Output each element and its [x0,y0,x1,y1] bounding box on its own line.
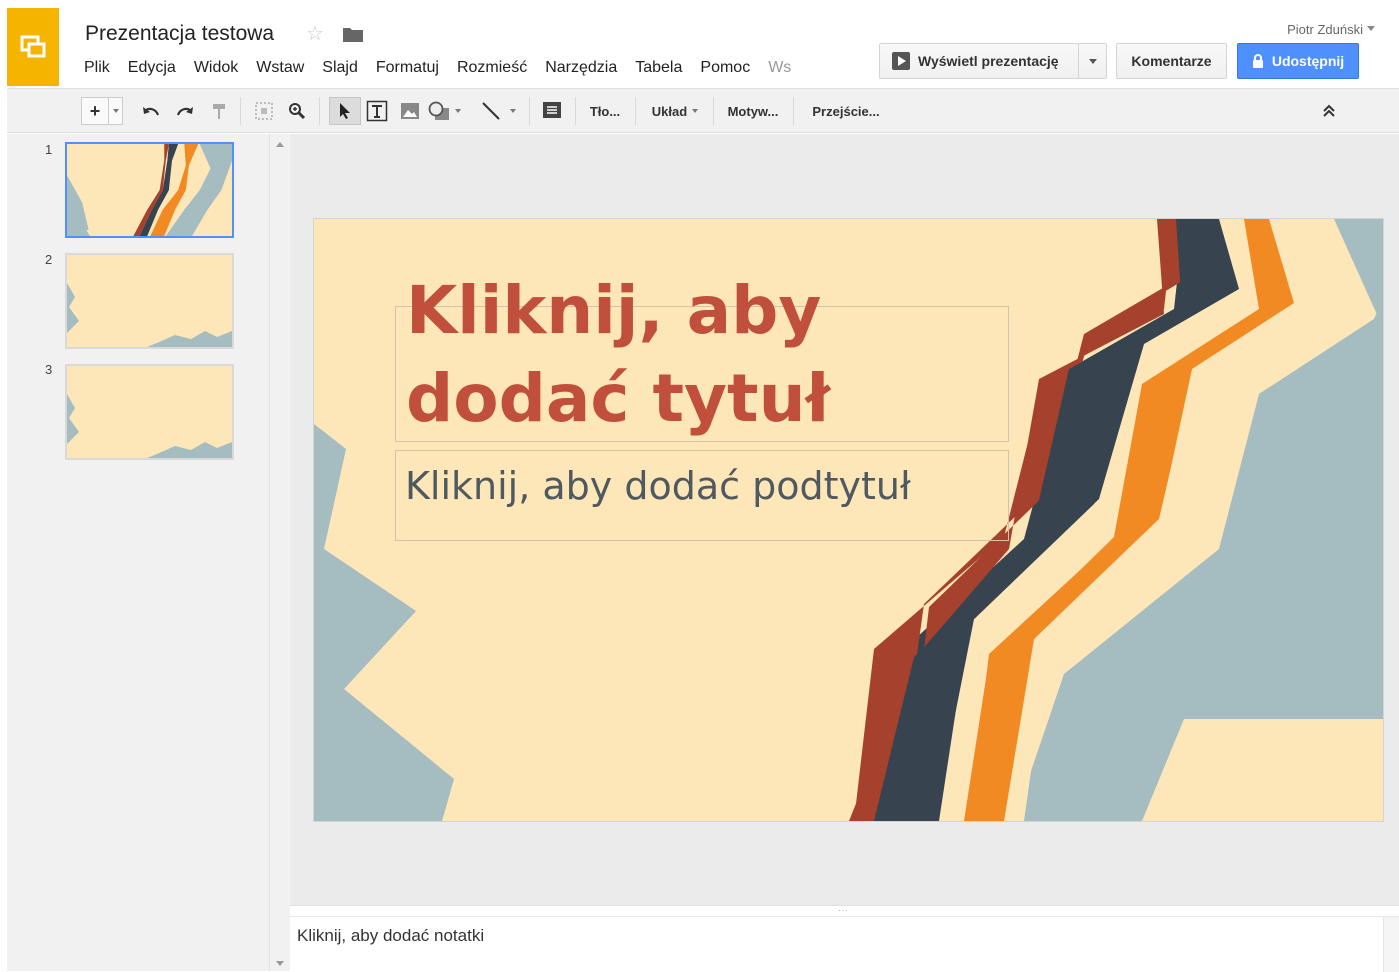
chevron-down-icon [455,109,461,113]
redo-button[interactable] [173,97,197,125]
slide-number: 3 [45,362,53,377]
star-icon[interactable]: ☆ [306,24,324,44]
fit-icon [255,102,273,120]
menu-tools[interactable]: Narzędzia [537,57,627,79]
slide-number: 1 [45,142,53,157]
menu-arrange[interactable]: Rozmieść [449,57,537,79]
undo-icon [143,107,160,116]
slide-canvas: Kliknij, aby dodać tytuł Kliknij, aby do… [290,134,1399,905]
layout-button-label: Układ [651,103,688,119]
share-button-label: Udostępnij [1271,53,1345,69]
zoom-fit-button[interactable] [251,97,277,125]
menu-format[interactable]: Formatuj [368,57,449,79]
menu-bar: Plik Edycja Widok Wstaw Slajd Formatuj R… [76,57,801,79]
text-box-button[interactable] [363,97,391,125]
slide-filmstrip: 1 2 3 [7,134,290,971]
folder-icon[interactable] [343,26,363,47]
document-title[interactable]: Prezentacja testowa [85,22,274,46]
slide-thumbnail-1[interactable] [65,142,234,238]
shape-button[interactable] [427,97,461,125]
toolbar-separator [319,97,320,125]
present-button-label: Wyświetl prezentację [918,53,1059,69]
slides-logo[interactable] [7,8,59,86]
select-tool-button[interactable] [329,97,361,125]
image-icon [401,103,419,119]
filmstrip-scrollbar[interactable] [270,134,290,971]
theme-button[interactable]: Motyw... [719,97,787,125]
paint-format-button[interactable] [207,97,231,125]
chevron-down-icon [112,109,119,113]
chevron-down-icon [510,109,516,113]
menu-edit[interactable]: Edycja [120,57,186,79]
present-options-dropdown[interactable] [1078,43,1107,79]
slide-number: 2 [45,252,53,267]
comment-icon [543,102,561,118]
menu-table[interactable]: Tabela [627,57,692,79]
line-button[interactable] [477,97,519,125]
slide-subtitle-placeholder[interactable]: Kliknij, aby dodać podtytuł [405,464,911,508]
notes-divider [290,916,1399,917]
scroll-down-arrow-icon[interactable] [276,961,284,966]
cursor-icon [340,103,350,119]
collapse-toolbar-button[interactable] [1317,97,1341,125]
lock-icon [1252,54,1263,68]
user-menu-caret-icon[interactable] [1367,26,1375,31]
background-button[interactable]: Tło... [583,97,627,125]
play-icon [892,52,910,70]
layout-button[interactable]: Układ [643,97,707,125]
zoom-icon [289,103,306,120]
new-slide-button[interactable]: + [81,97,109,125]
comment-button[interactable] [539,97,565,125]
notes-resize-handle[interactable]: ··· [838,906,848,916]
insert-image-button[interactable] [397,97,423,125]
slides-logo-icon [20,35,46,58]
zoom-button[interactable] [285,97,309,125]
menu-truncated[interactable]: Ws [760,57,801,79]
text-box-icon [366,100,388,122]
new-slide-dropdown[interactable] [109,97,123,125]
double-chevron-up-icon [1323,104,1335,117]
toolbar-separator [240,97,241,125]
scroll-up-arrow-icon[interactable] [276,142,284,147]
toolbar-separator [575,97,576,125]
toolbar-separator [529,97,530,125]
redo-icon [176,107,193,116]
toolbar-separator [793,97,794,125]
plus-icon: + [89,100,101,121]
slide-editor[interactable]: Kliknij, aby dodać tytuł Kliknij, aby do… [314,219,1383,821]
slide-thumbnail-3[interactable] [65,364,234,460]
share-button[interactable]: Udostępnij [1237,43,1359,79]
undo-button[interactable] [139,97,163,125]
line-icon [482,102,500,120]
menu-slide[interactable]: Slajd [314,57,368,79]
chevron-down-icon [1088,58,1097,64]
toolbar: + Tło... Układ Motyw... Przejście... [7,88,1399,133]
speaker-notes-panel: ··· Kliknij, aby dodać notatki [290,905,1399,972]
slide-thumbnail-2[interactable] [65,253,234,349]
user-name[interactable]: Piotr Zduński [1287,22,1363,37]
notes-scrollbar[interactable] [1383,917,1399,972]
shape-icon [428,101,449,120]
menu-file[interactable]: Plik [76,57,120,79]
present-button[interactable]: Wyświetl prezentację [879,43,1079,79]
transition-button[interactable]: Przejście... [801,97,891,125]
menu-view[interactable]: Widok [186,57,248,79]
comments-button[interactable]: Komentarze [1116,43,1227,79]
speaker-notes-input[interactable]: Kliknij, aby dodać notatki [297,926,484,946]
slide-title-placeholder[interactable]: Kliknij, aby dodać tytuł [406,267,966,443]
menu-help[interactable]: Pomoc [692,57,760,79]
menu-insert[interactable]: Wstaw [248,57,314,79]
paint-format-icon [213,104,225,119]
chevron-down-icon [692,109,699,113]
toolbar-separator [713,97,714,125]
toolbar-separator [635,97,636,125]
